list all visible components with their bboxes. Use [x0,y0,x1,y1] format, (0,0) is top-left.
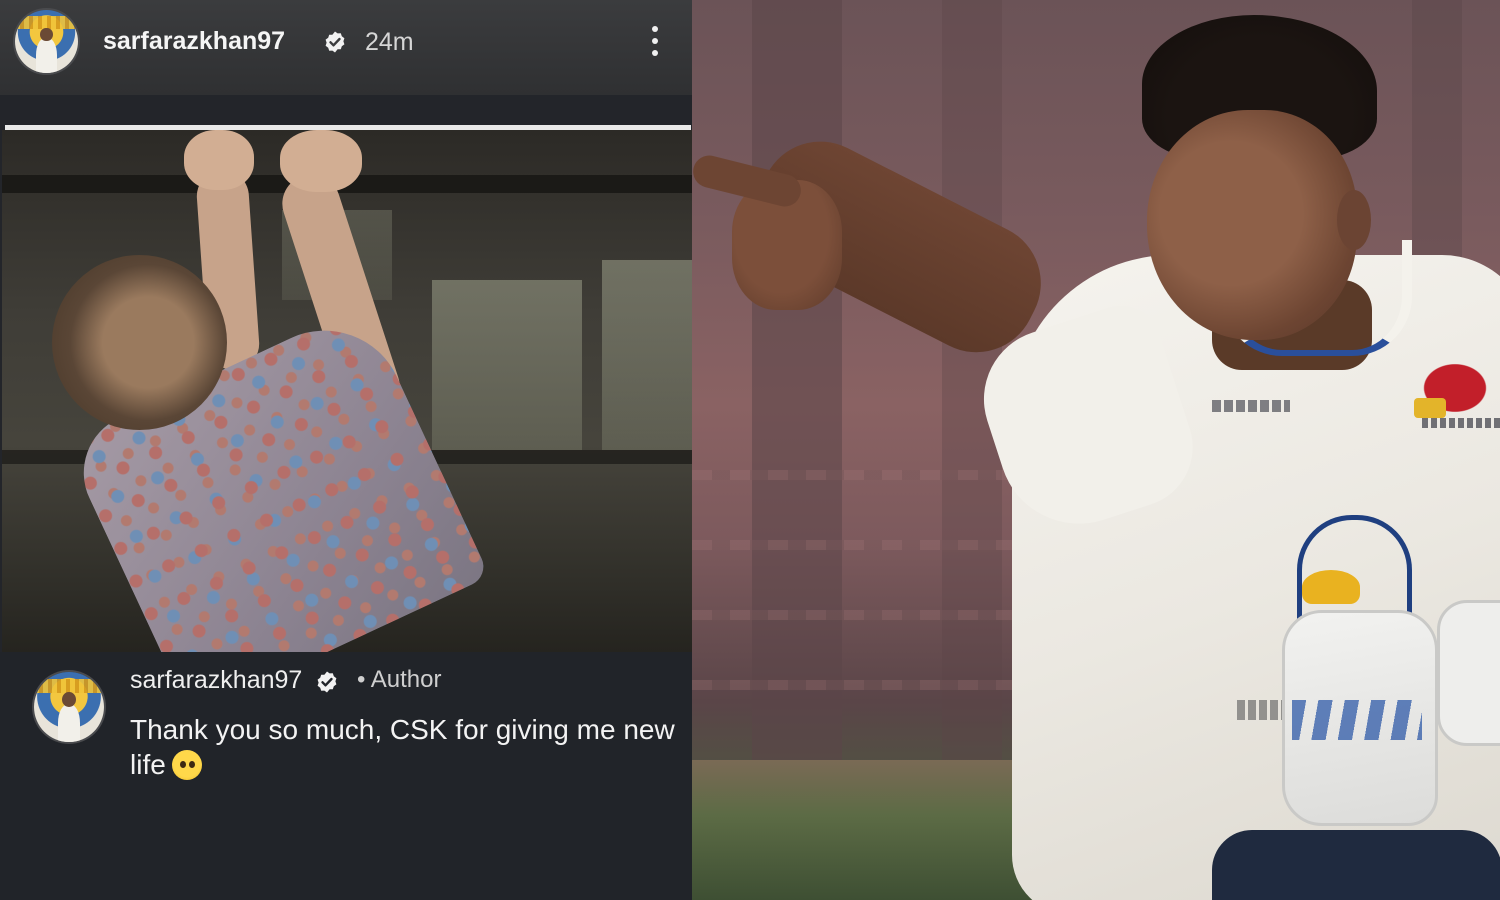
comment-username[interactable]: sarfarazkhan97 [130,666,302,695]
figure-fist-left [184,130,254,190]
batting-glove-branding [1292,700,1422,740]
more-vertical-icon-dot [652,50,658,56]
author-tag: • Author [357,666,442,693]
background-window [602,260,692,450]
story-username[interactable]: sarfarazkhan97 [103,27,285,56]
stadium-pillar [1412,0,1462,260]
instagram-story: sarfarazkhan97 24m sarfarazkhan97 • Auth… [0,0,692,900]
figure-head [52,255,227,430]
verified-badge-icon [317,671,337,693]
profile-avatar[interactable] [15,10,78,73]
story-timestamp: 24m [365,28,414,56]
glove-text-marking [1237,700,1282,720]
avatar-figure [36,38,57,73]
cricketer-photo [692,0,1500,900]
story-header: sarfarazkhan97 24m [0,0,692,95]
comment-text: Thank you so much, CSK for giving me new… [130,712,690,782]
stadium-pillar [752,0,842,760]
jersey-trophy-text [1422,418,1500,428]
avatar-background [34,679,104,693]
jersey-sponsor-logo [1212,400,1290,412]
news-collage: sarfarazkhan97 24m sarfarazkhan97 • Auth… [0,0,1500,900]
player-lower-body [1212,830,1500,900]
equipment-sticker [1302,570,1360,604]
avatar-head [62,691,76,707]
batting-glove-second [1437,600,1500,746]
story-video-frame[interactable] [2,130,692,652]
team-crest-emblem [1414,398,1446,418]
more-vertical-icon-dot [652,38,658,44]
teary-face-icon [171,750,202,780]
avatar-figure [57,703,81,742]
verified-badge-icon [325,31,345,53]
comment-body: Thank you so much, CSK for giving me new… [130,714,675,780]
background-window [432,280,582,450]
figure-fist-right [280,130,362,192]
more-vertical-icon [652,26,658,32]
more-options-button[interactable] [641,20,669,62]
avatar-head [40,27,53,42]
player-face [1147,110,1357,340]
author-comment: sarfarazkhan97 • Author Thank you so muc… [0,652,692,900]
comment-avatar[interactable] [34,672,104,742]
player-ear [1337,190,1371,250]
avatar-background [15,16,78,29]
